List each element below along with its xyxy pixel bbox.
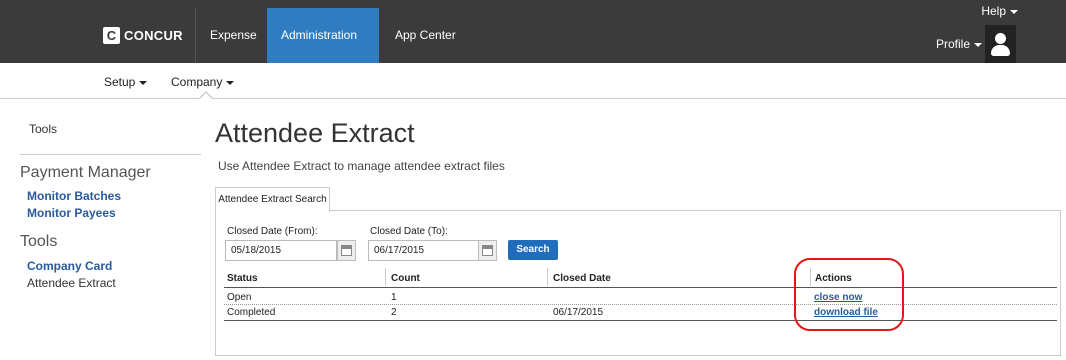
sub-navigation-bar [0,63,1066,99]
row-open-status: Open [227,292,252,303]
profile-menu-label: Profile [935,37,970,51]
search-panel [215,210,1061,356]
concur-logo-icon: C [103,27,120,44]
row-completed-status: Completed [227,307,276,318]
chevron-down-icon [226,80,235,85]
to-date-label: Closed Date (To): [370,226,448,237]
page-description: Use Attendee Extract to manage attendee … [218,159,505,173]
nav-item-app-center-label: App Center [395,28,456,42]
nav-item-administration-label: Administration [281,28,358,42]
sidebar-item-monitor-batches[interactable]: Monitor Batches [27,189,121,203]
table-bottom-rule [224,320,1057,321]
table-row-divider [224,304,1057,305]
concur-logo-text: CONCUR [124,28,183,43]
calendar-icon [341,245,352,256]
chevron-down-icon [139,80,148,85]
row-completed-closed-date: 06/17/2015 [553,307,604,318]
active-menu-pointer-fill [199,93,213,100]
chevron-down-icon [974,42,982,47]
column-header-status[interactable]: Status [227,273,258,284]
from-date-label: Closed Date (From): [227,226,318,237]
profile-menu[interactable]: Profile [936,37,982,51]
concur-logo[interactable]: C CONCUR [103,27,183,44]
calendar-icon [482,245,493,256]
user-icon [995,33,1006,44]
subnav-item-company-label: Company [171,75,223,89]
tab-attendee-extract-search[interactable]: Attendee Extract Search [215,187,330,212]
row-open-count: 1 [391,292,397,303]
sidebar-item-attendee-extract: Attendee Extract [27,276,116,290]
nav-item-app-center[interactable]: App Center [381,8,470,63]
column-header-count[interactable]: Count [391,273,420,284]
row-completed-count: 2 [391,307,397,318]
actions-highlight-annotation [794,258,904,331]
chevron-down-icon [1010,9,1018,14]
to-date-picker-button[interactable] [478,240,497,261]
sidebar-tools-link[interactable]: Tools [29,122,57,136]
column-divider [547,268,548,286]
help-menu[interactable]: Help [981,4,1018,18]
sidebar-divider [20,154,201,155]
subnav-item-company[interactable]: Company [171,75,235,89]
sidebar-heading-payment-manager: Payment Manager [20,164,151,181]
sidebar-item-company-card[interactable]: Company Card [27,259,112,273]
from-date-input[interactable]: 05/18/2015 [225,240,337,261]
column-divider [385,268,386,286]
search-button[interactable]: Search [508,240,558,260]
top-navigation-bar: C CONCUR Expense Administration App Cent… [0,0,1066,93]
page-title: Attendee Extract [215,118,415,148]
user-icon-body [991,45,1010,56]
nav-item-administration[interactable]: Administration [267,8,379,93]
sidebar-item-monitor-payees[interactable]: Monitor Payees [27,206,116,220]
table-header-rule [224,287,1057,288]
from-date-picker-button[interactable] [337,240,356,261]
subnav-item-setup[interactable]: Setup [104,75,148,89]
to-date-input[interactable]: 06/17/2015 [368,240,480,261]
avatar[interactable] [985,25,1016,63]
help-menu-label: Help [981,4,1006,18]
sidebar-heading-tools: Tools [20,233,58,250]
nav-item-expense-label: Expense [210,28,257,42]
nav-item-expense[interactable]: Expense [196,8,271,63]
column-header-closed-date[interactable]: Closed Date [553,273,611,284]
subnav-item-setup-label: Setup [104,75,136,89]
